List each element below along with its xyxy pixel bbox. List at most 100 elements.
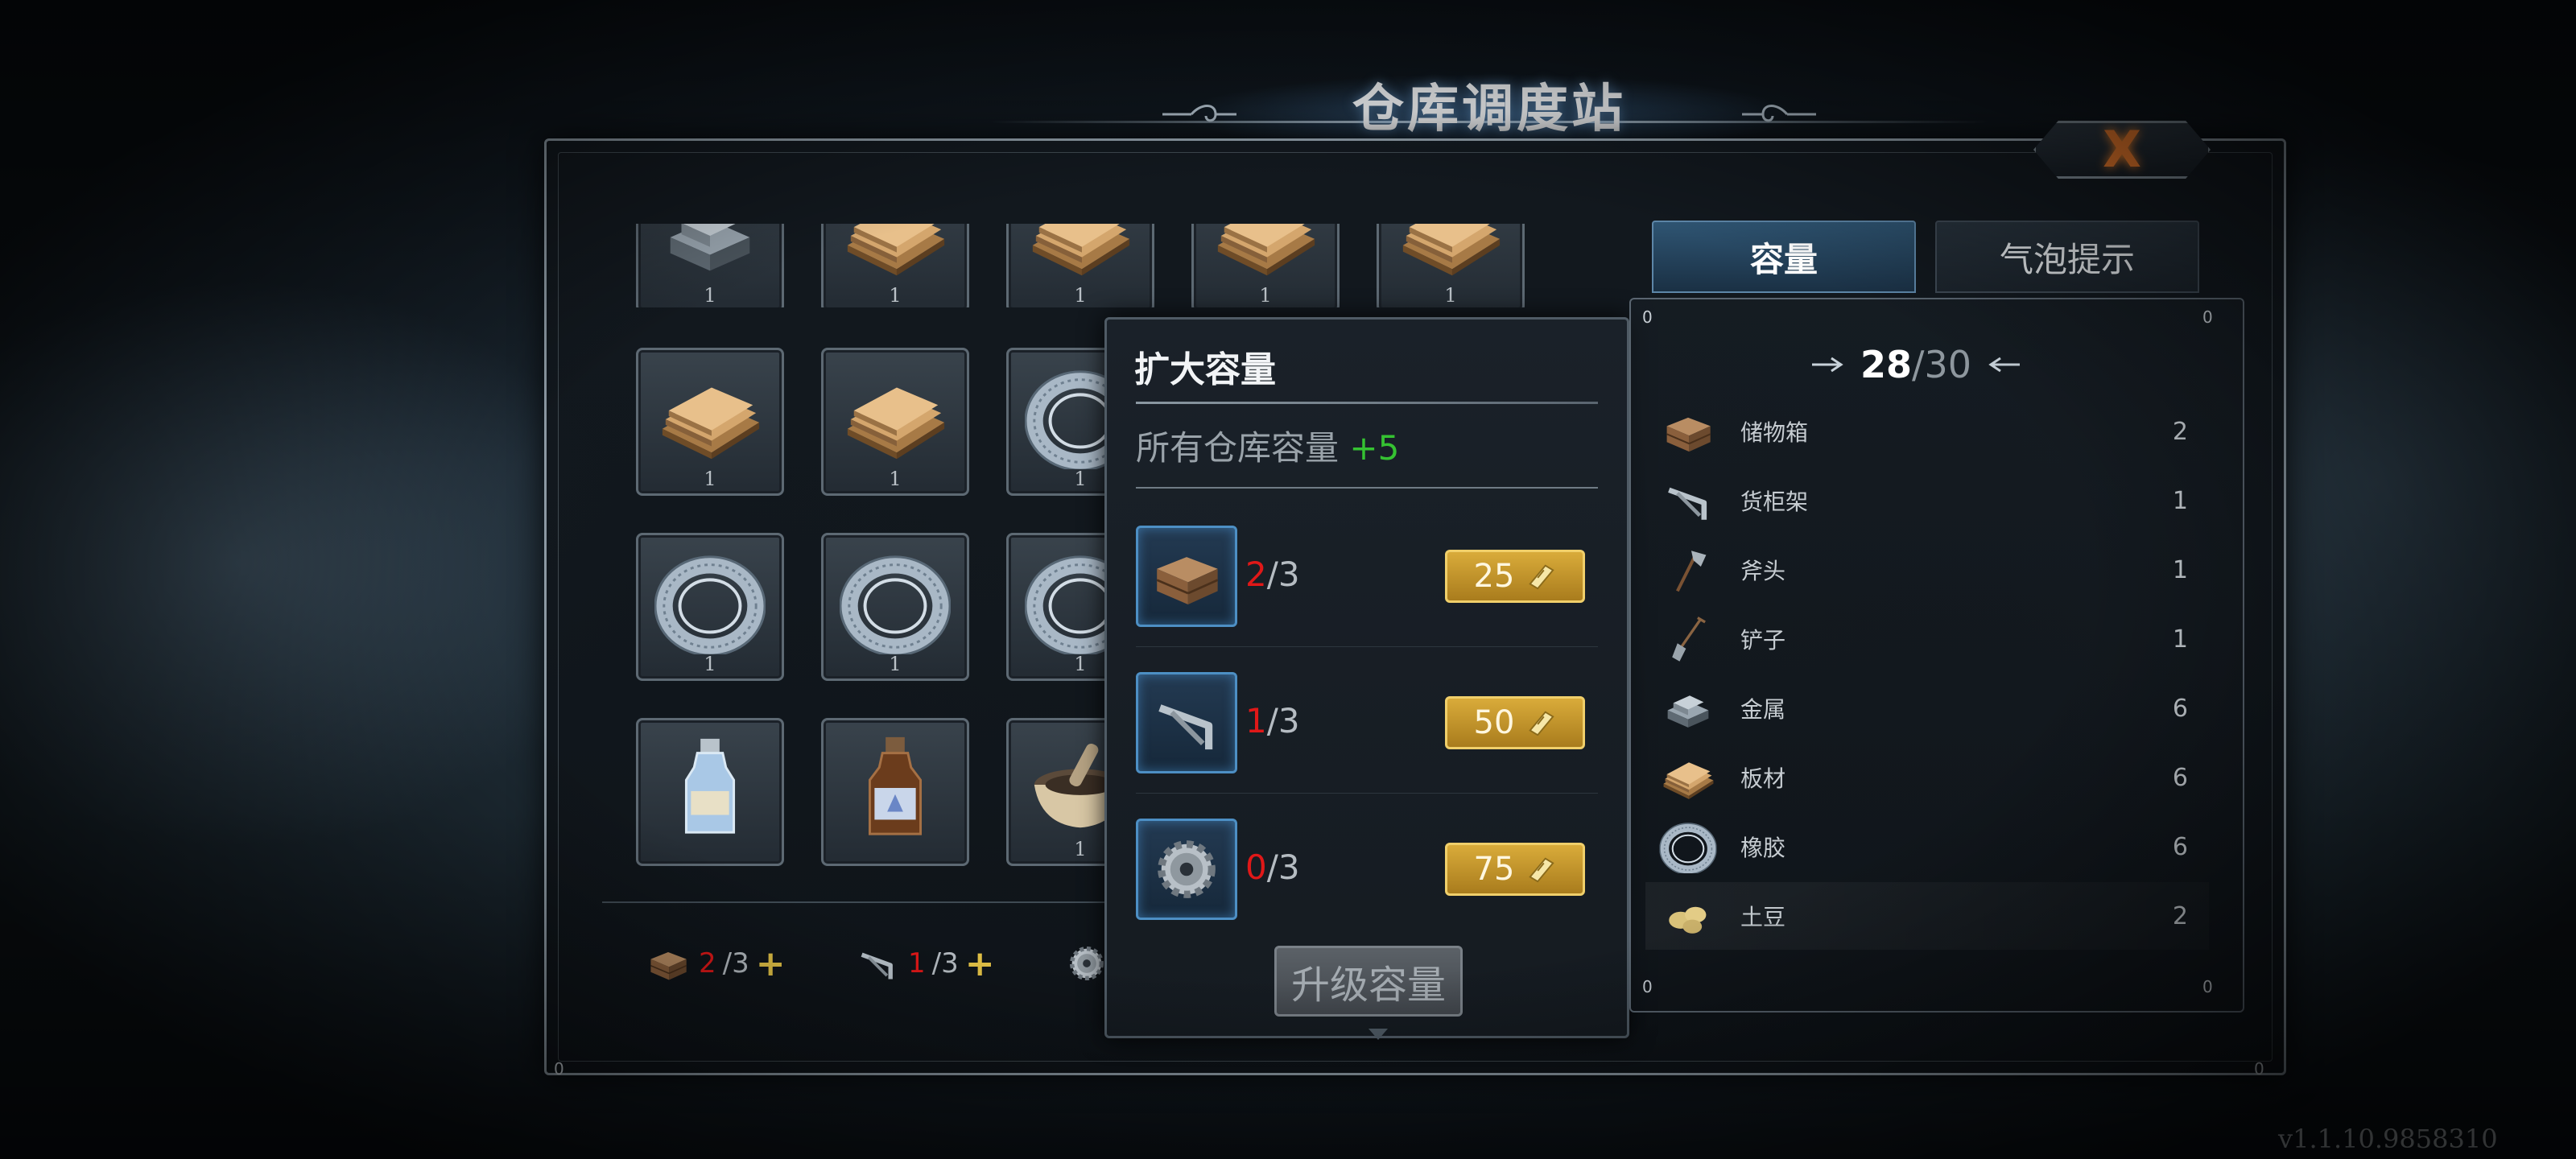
slot-count: 1 xyxy=(704,468,716,490)
grid-slot-plank[interactable]: 1 xyxy=(636,348,784,496)
footer-current: 1 xyxy=(908,947,926,980)
metal-icon xyxy=(654,224,766,286)
upgrade-current: 2 xyxy=(1245,555,1267,594)
plank-icon xyxy=(1210,224,1321,286)
resource-value: 1 xyxy=(2172,486,2188,515)
tab-capacity[interactable]: 容量 xyxy=(1652,221,1916,293)
metal-icon xyxy=(1657,682,1719,735)
slot-count: 1 xyxy=(889,284,902,307)
upgrade-progress: 2/3 xyxy=(1245,555,1300,594)
resource-row: 橡胶 6 xyxy=(1645,813,2209,881)
resource-value: 2 xyxy=(2172,901,2188,930)
corner-mark: 0 xyxy=(1642,977,1653,996)
plank-icon xyxy=(1395,224,1506,286)
resource-value: 6 xyxy=(2172,694,2188,723)
popup-description: 所有仓库容量 +5 xyxy=(1136,421,1399,470)
footer-shelf-counter[interactable]: 1/3 + xyxy=(853,940,995,987)
popup-caret-icon xyxy=(1368,1029,1388,1040)
upgrade-row-shelf: 1/3 50 xyxy=(1136,672,1595,773)
rubber-icon xyxy=(654,550,766,654)
axe-icon xyxy=(1657,543,1719,596)
grid-slot-plank[interactable]: 1 xyxy=(1377,224,1525,307)
gold-bar-icon xyxy=(1525,854,1556,885)
footer-max: /3 xyxy=(722,947,749,980)
slot-count: 1 xyxy=(1074,284,1087,307)
expand-capacity-popup: 扩大容量 所有仓库容量 +5 2/3 25 1/3 50 0/3 75 升级容量 xyxy=(1104,317,1629,1038)
slot-count: 1 xyxy=(704,284,716,307)
cost-button[interactable]: 75 xyxy=(1445,843,1585,896)
resource-name: 橡胶 xyxy=(1740,835,1786,861)
plank-icon xyxy=(1025,224,1136,286)
row-separator xyxy=(1136,646,1598,647)
cost-button[interactable]: 25 xyxy=(1445,550,1585,603)
capacity-max: /30 xyxy=(1911,343,1972,386)
plank-icon xyxy=(840,365,951,469)
gold-bar-icon xyxy=(1525,707,1556,738)
footer-max: /3 xyxy=(931,947,959,980)
plank-icon xyxy=(1657,751,1719,804)
crate-icon xyxy=(644,942,692,985)
upgrade-crate-button[interactable] xyxy=(1136,526,1237,627)
shovel-icon xyxy=(1657,612,1719,666)
corner-mark: 0 xyxy=(554,1059,564,1079)
upgrade-progress: 1/3 xyxy=(1245,701,1300,740)
resource-row: 铲子 1 xyxy=(1645,605,2209,673)
resource-name: 铲子 xyxy=(1740,627,1786,654)
gear-icon xyxy=(1063,942,1111,985)
rubber-icon xyxy=(1657,820,1719,873)
upgrade-gear-button[interactable] xyxy=(1136,819,1237,920)
upgrade-max: /3 xyxy=(1266,555,1300,594)
title-bar: 仓库调度站 xyxy=(990,58,1988,146)
upgrade-capacity-button[interactable]: 升级容量 xyxy=(1274,946,1463,1017)
plank-icon xyxy=(654,365,766,469)
upgrade-row-gear: 0/3 75 xyxy=(1136,819,1595,920)
potion-icon xyxy=(840,735,951,839)
slot-count: 1 xyxy=(704,653,716,675)
popup-desc-text: 所有仓库容量 xyxy=(1136,428,1340,468)
grid-slot-potion[interactable] xyxy=(821,718,969,866)
potion-icon xyxy=(654,735,766,839)
popup-title: 扩大容量 xyxy=(1134,349,1276,390)
upgrade-max: /3 xyxy=(1266,701,1300,740)
cost-button[interactable]: 50 xyxy=(1445,696,1585,749)
resource-name: 斧头 xyxy=(1740,558,1786,584)
close-icon: X xyxy=(2103,120,2141,179)
gear-icon xyxy=(1150,832,1224,906)
grid-slot-plank[interactable]: 1 xyxy=(821,348,969,496)
slot-count: 1 xyxy=(889,653,902,675)
grid-slot-rubber[interactable]: 1 xyxy=(636,533,784,681)
corner-mark: 0 xyxy=(2254,1059,2264,1079)
resource-row: 货柜架 1 xyxy=(1645,467,2209,534)
slot-count: 1 xyxy=(1259,284,1272,307)
row-separator xyxy=(1136,793,1598,794)
shelf-icon xyxy=(1150,686,1224,760)
grid-slot-rubber[interactable]: 1 xyxy=(821,533,969,681)
close-button[interactable]: X xyxy=(2033,121,2211,179)
resource-row: 斧头 1 xyxy=(1645,536,2209,604)
cost-value: 25 xyxy=(1473,558,1515,595)
resource-value: 1 xyxy=(2172,625,2188,654)
resource-value: 6 xyxy=(2172,832,2188,861)
resource-value: 1 xyxy=(2172,555,2188,584)
grid-slot-plank[interactable]: 1 xyxy=(1191,224,1340,307)
arrow-left-ornament-icon xyxy=(1988,357,2021,373)
resource-name: 货柜架 xyxy=(1740,489,1809,515)
footer-crate-counter[interactable]: 2/3 + xyxy=(644,940,786,987)
grid-slot-metal[interactable]: 1 xyxy=(636,224,784,307)
upgrade-shelf-button[interactable] xyxy=(1136,672,1237,773)
resource-name: 储物箱 xyxy=(1740,419,1809,446)
grid-slot-plank[interactable]: 1 xyxy=(821,224,969,307)
tab-bubble-tips[interactable]: 气泡提示 xyxy=(1935,221,2199,293)
crate-icon xyxy=(1150,539,1224,613)
add-icon[interactable]: + xyxy=(965,943,995,984)
resource-name: 金属 xyxy=(1740,696,1786,723)
add-icon[interactable]: + xyxy=(756,943,786,984)
upgrade-row-crate: 2/3 25 xyxy=(1136,526,1595,627)
popup-bonus: +5 xyxy=(1349,428,1400,468)
arrow-right-ornament-icon xyxy=(1811,357,1843,373)
grid-slot-plank[interactable]: 1 xyxy=(1006,224,1154,307)
grid-slot-potion[interactable] xyxy=(636,718,784,866)
corner-mark: 0 xyxy=(2202,977,2213,996)
capacity-total: 28/30 xyxy=(1795,336,2037,393)
gold-bar-icon xyxy=(1525,561,1556,592)
